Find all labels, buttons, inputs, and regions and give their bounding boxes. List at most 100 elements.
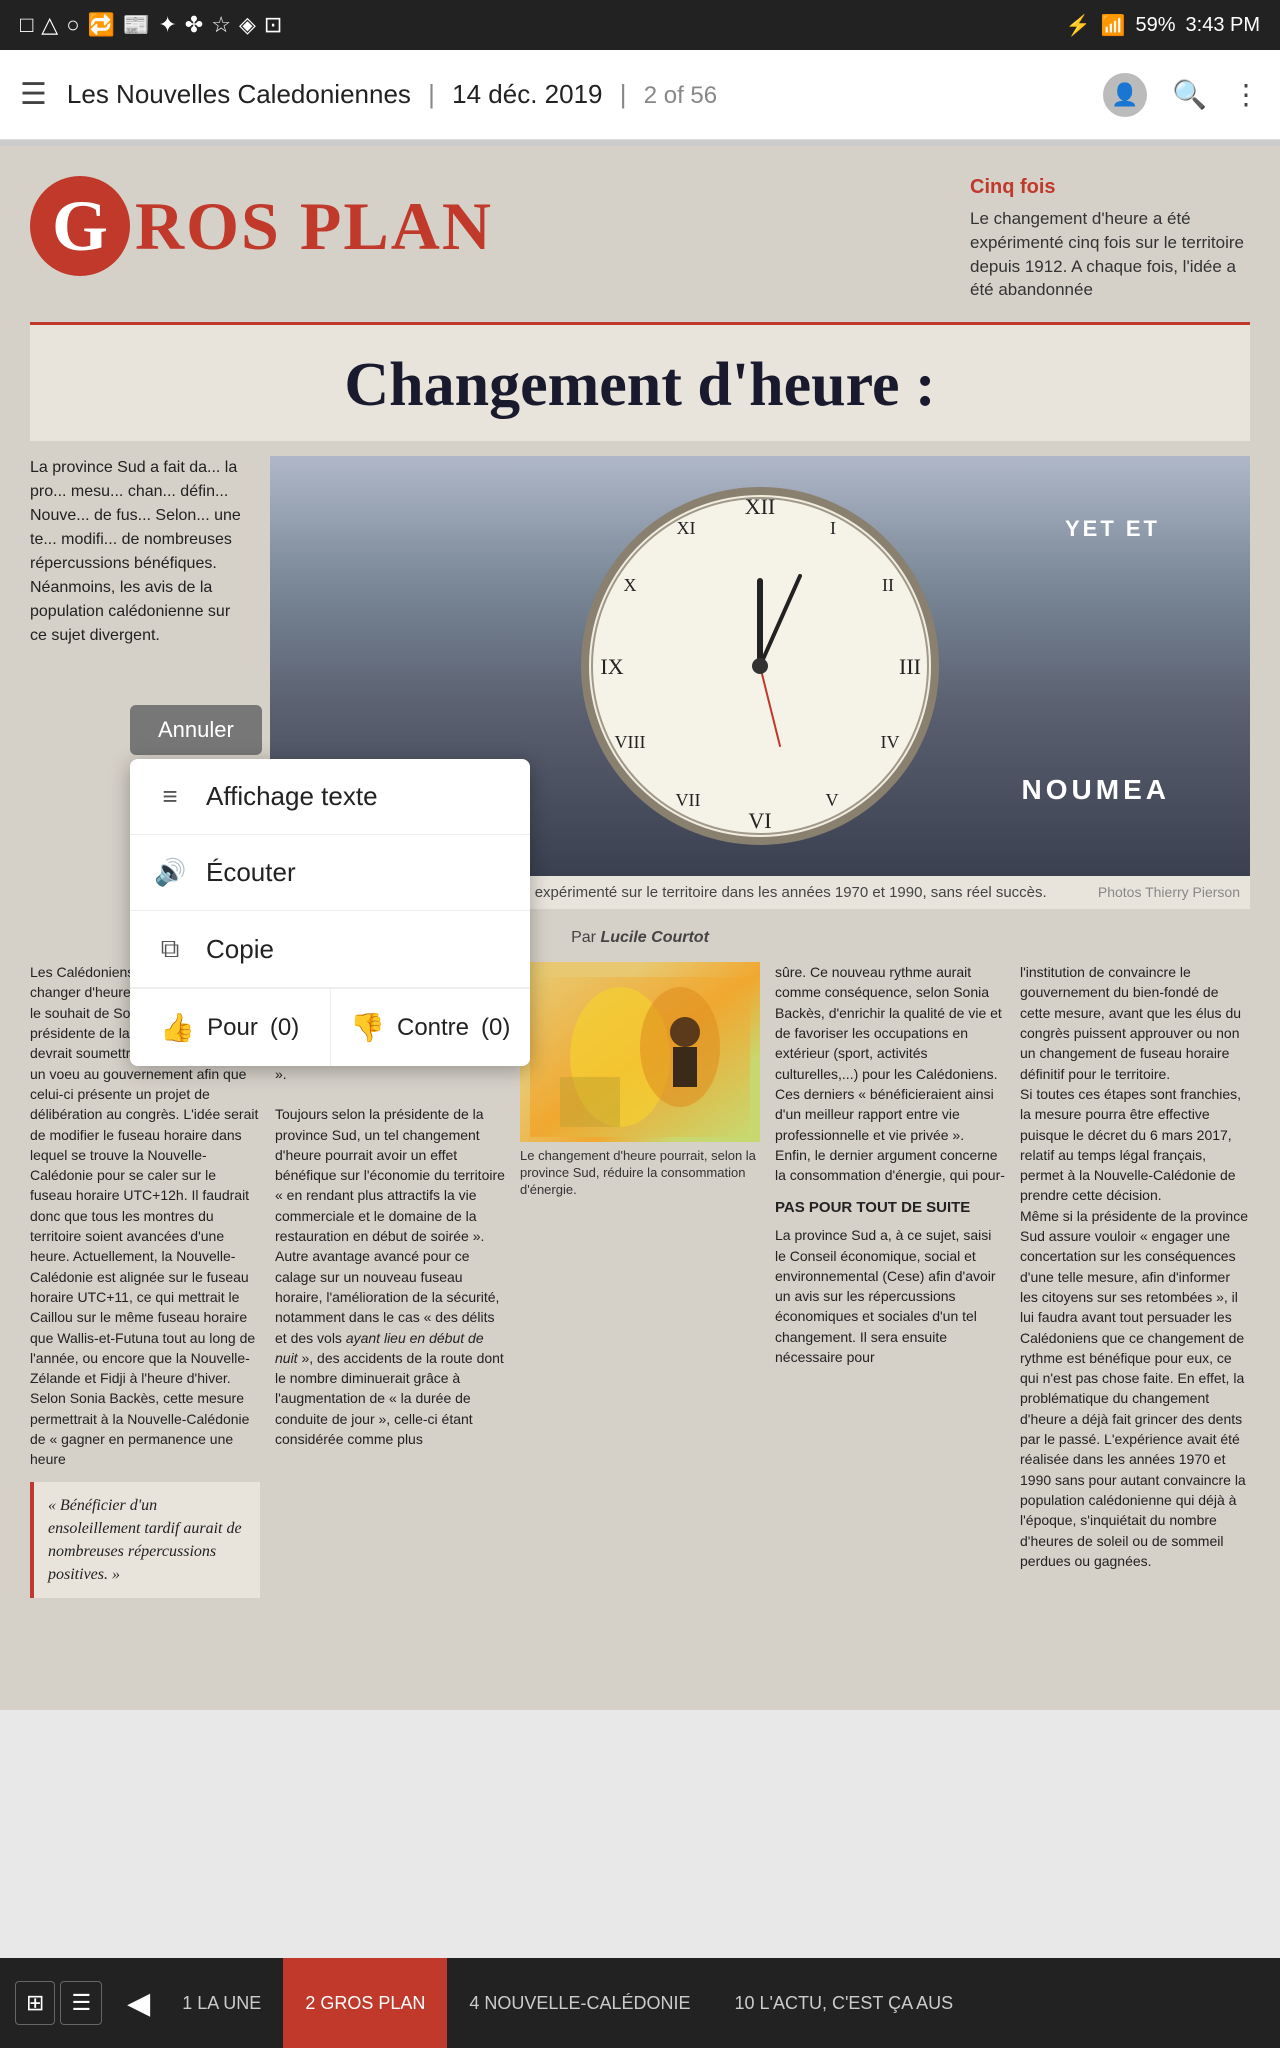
- time-text: 3:43 PM: [1186, 14, 1260, 37]
- cancel-button[interactable]: Annuler: [130, 705, 262, 755]
- page-1-num: 1: [182, 1993, 192, 2014]
- svg-text:X: X: [624, 575, 637, 595]
- page-2-num: 2: [305, 1993, 315, 2014]
- separator-1: |: [428, 79, 442, 109]
- bluetooth-icon: ⚡: [1066, 13, 1091, 38]
- list-view-button[interactable]: ☰: [60, 1981, 102, 2025]
- cinq-fois-box: Cinq fois Le changement d'heure a été ex…: [970, 176, 1250, 302]
- svg-text:I: I: [830, 518, 836, 538]
- list-icon: ☰: [71, 1990, 91, 2016]
- votes-row: 👍 Pour (0) 👎 Contre (0): [130, 988, 530, 1066]
- col4-text: l'institution de convaincre le gouvernem…: [1020, 962, 1250, 1571]
- page-10-label: L'ACTU, C'EST ÇA AUS: [760, 1993, 954, 2014]
- menu-icon[interactable]: ☰: [20, 77, 47, 112]
- icon-7: ✤: [185, 12, 203, 38]
- status-icons-left: □ △ ○ 🔁 📰 ✦ ✤ ☆ ◈ ⊡: [20, 12, 282, 38]
- nav-icons: 👤 🔍 ⋮: [1103, 73, 1260, 117]
- svg-text:XII: XII: [745, 494, 776, 519]
- page-4-num: 4: [469, 1993, 479, 2014]
- icon-10: ⊡: [264, 12, 282, 38]
- user-avatar[interactable]: 👤: [1103, 73, 1147, 117]
- svg-text:II: II: [882, 575, 894, 595]
- contre-count: (0): [481, 1014, 510, 1042]
- nav-page-10-lactu[interactable]: 10 L'ACTU, C'EST ÇA AUS: [712, 1958, 975, 2048]
- svg-text:VI: VI: [748, 808, 771, 833]
- headline-section: Changement d'heure : La province Sud a f…: [30, 325, 1250, 909]
- svg-text:V: V: [826, 790, 839, 810]
- publication-name: Les Nouvelles Caledoniennes: [67, 79, 411, 109]
- article-col-4: l'institution de convaincre le gouvernem…: [1020, 962, 1250, 1610]
- contre-label: Contre: [397, 1014, 469, 1042]
- grid-view-button[interactable]: ⊞: [15, 1981, 55, 2025]
- svg-text:III: III: [899, 654, 921, 679]
- logo-text: ROS PLAN: [120, 187, 493, 266]
- copy-icon: ⧉: [154, 933, 186, 965]
- svg-text:XI: XI: [677, 518, 696, 538]
- energy-image-svg: [530, 977, 750, 1137]
- center-image-col: Le changement d'heure pourrait, selon la…: [520, 962, 760, 1610]
- pour-count: (0): [270, 1014, 299, 1042]
- status-icons-right: ⚡ 📶 59% 3:43 PM: [1066, 13, 1260, 38]
- page-2-label: GROS PLAN: [320, 1993, 425, 2014]
- noumea-text: NOUMEA: [1022, 774, 1170, 806]
- headline-title: Changement d'heure :: [30, 325, 1250, 441]
- icon-8: ☆: [211, 12, 231, 38]
- bottom-nav: ⊞ ☰ ◀ 1 LA UNE 2 GROS PLAN 4 NOUVELLE-CA…: [0, 1958, 1280, 2048]
- context-menu: ≡ Affichage texte 🔊 Écouter ⧉ Copie 👍 Po…: [130, 759, 530, 1066]
- thumbs-up-icon: 👍: [160, 1011, 195, 1044]
- center-image: [520, 962, 760, 1142]
- grid-icon: ⊞: [26, 1990, 44, 2016]
- text-view-icon: ≡: [154, 781, 186, 812]
- nav-page-4-nouvelle-caledonie[interactable]: 4 NOUVELLE-CALÉDONIE: [447, 1958, 712, 2048]
- icon-1: □: [20, 12, 33, 38]
- prev-page-button[interactable]: ◀: [117, 1986, 160, 2021]
- page-4-label: NOUVELLE-CALÉDONIE: [484, 1993, 690, 2014]
- icon-3: ○: [66, 12, 79, 38]
- context-menu-overlay: Annuler ≡ Affichage texte 🔊 Écouter ⧉ Co…: [130, 705, 530, 1066]
- cinq-fois-title: Cinq fois: [970, 176, 1250, 199]
- copie-label: Copie: [206, 934, 274, 965]
- center-img-caption: Le changement d'heure pourrait, selon la…: [520, 1148, 760, 1199]
- copie-item[interactable]: ⧉ Copie: [130, 911, 530, 988]
- page-10-num: 10: [734, 1993, 754, 2014]
- svg-text:IX: IX: [600, 654, 623, 679]
- author-name: Lucile Courtot: [600, 929, 708, 946]
- gros-plan-logo: G ROS PLAN: [30, 176, 493, 276]
- section-header: PAS POUR TOUT DE SUITE: [775, 1197, 1005, 1219]
- page-1-label: LA UNE: [197, 1993, 261, 2014]
- nav-page-2-gros-plan[interactable]: 2 GROS PLAN: [283, 1958, 447, 2048]
- logo-g-circle: G: [30, 176, 130, 276]
- icon-5: 📰: [123, 12, 150, 38]
- top-nav: ☰ Les Nouvelles Caledoniennes | 14 déc. …: [0, 50, 1280, 140]
- pour-button[interactable]: 👍 Pour (0): [130, 989, 331, 1066]
- contre-button[interactable]: 👎 Contre (0): [331, 989, 531, 1066]
- article-intro-text: La province Sud a fait da... la pro... m…: [30, 456, 250, 648]
- affichage-texte-item[interactable]: ≡ Affichage texte: [130, 759, 530, 835]
- publication-date: 14 déc. 2019: [452, 79, 602, 109]
- icon-6: ✦: [158, 12, 176, 38]
- yet-et-label: YET ET: [1065, 516, 1160, 542]
- thumbs-down-icon: 👎: [350, 1011, 385, 1044]
- more-options-icon[interactable]: ⋮: [1232, 78, 1260, 112]
- status-bar: □ △ ○ 🔁 📰 ✦ ✤ ☆ ◈ ⊡ ⚡ 📶 59% 3:43 PM: [0, 0, 1280, 50]
- col3-text: sûre. Ce nouveau rythme aurait comme con…: [775, 962, 1005, 1185]
- pour-label: Pour: [207, 1014, 258, 1042]
- pull-quote: « Bénéficier d'un ensoleillement tardif …: [30, 1482, 260, 1599]
- icon-9: ◈: [239, 12, 256, 38]
- separator-2: |: [620, 79, 634, 109]
- page-info: 2 of 56: [644, 82, 717, 109]
- icon-2: △: [41, 12, 58, 38]
- svg-text:IV: IV: [881, 732, 900, 752]
- svg-text:VII: VII: [676, 790, 701, 810]
- icon-4: 🔁: [88, 12, 115, 38]
- ecouter-item[interactable]: 🔊 Écouter: [130, 835, 530, 911]
- nav-pages: 1 LA UNE 2 GROS PLAN 4 NOUVELLE-CALÉDONI…: [160, 1958, 1280, 2048]
- search-icon[interactable]: 🔍: [1172, 78, 1207, 112]
- nav-page-1-une[interactable]: 1 LA UNE: [160, 1958, 283, 2048]
- bottom-nav-left: ⊞ ☰: [0, 1981, 117, 2025]
- article-col-3: sûre. Ce nouveau rythme aurait comme con…: [775, 962, 1005, 1610]
- caption-credit: Photos Thierry Pierson: [1098, 884, 1240, 901]
- clock-svg: XII III VI IX I II IV V VII VIII X XI: [570, 476, 950, 856]
- main-content: G ROS PLAN Cinq fois Le changement d'heu…: [0, 146, 1280, 1710]
- svg-text:VIII: VIII: [615, 732, 646, 752]
